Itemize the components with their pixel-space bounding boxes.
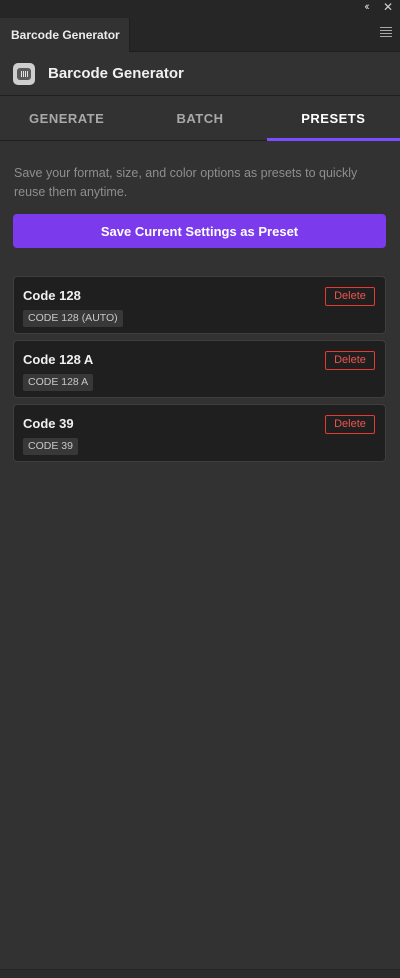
panel-tab-bar: Barcode Generator — [0, 14, 400, 52]
preset-item[interactable]: Code 128 A CODE 128 A Delete — [13, 340, 386, 398]
save-preset-button[interactable]: Save Current Settings as Preset — [13, 214, 386, 248]
tab-generate[interactable]: GENERATE — [0, 97, 133, 140]
preset-format-badge: CODE 39 — [23, 438, 78, 455]
collapse-panel-icon[interactable]: ‹‹ — [358, 1, 374, 13]
delete-preset-button[interactable]: Delete — [325, 351, 375, 370]
delete-preset-button[interactable]: Delete — [325, 287, 375, 306]
tab-batch[interactable]: BATCH — [133, 97, 266, 140]
close-panel-icon[interactable]: ✕ — [381, 1, 395, 13]
app-title: Barcode Generator — [48, 65, 184, 82]
main-tabs: GENERATE BATCH PRESETS — [0, 97, 400, 141]
tab-presets[interactable]: PRESETS — [266, 97, 400, 141]
panel-tab-barcode-generator[interactable]: Barcode Generator — [0, 18, 130, 52]
preset-name: Code 128 A — [23, 352, 94, 367]
barcode-icon — [13, 62, 35, 85]
panel-footer — [0, 970, 400, 978]
delete-preset-button[interactable]: Delete — [325, 415, 375, 434]
preset-name: Code 39 — [23, 416, 74, 431]
preset-format-badge: CODE 128 A — [23, 374, 94, 391]
preset-list: Code 128 CODE 128 (AUTO) Delete Code 128… — [13, 276, 386, 468]
preset-item[interactable]: Code 128 CODE 128 (AUTO) Delete — [13, 276, 386, 334]
preset-item[interactable]: Code 39 CODE 39 Delete — [13, 404, 386, 462]
panel-menu-icon[interactable] — [380, 27, 392, 37]
preset-name: Code 128 — [23, 288, 81, 303]
app-header: Barcode Generator — [0, 52, 400, 96]
preset-format-badge: CODE 128 (AUTO) — [23, 310, 123, 327]
title-strip: ‹‹ ✕ — [0, 0, 400, 14]
presets-description: Save your format, size, and color option… — [14, 166, 358, 199]
